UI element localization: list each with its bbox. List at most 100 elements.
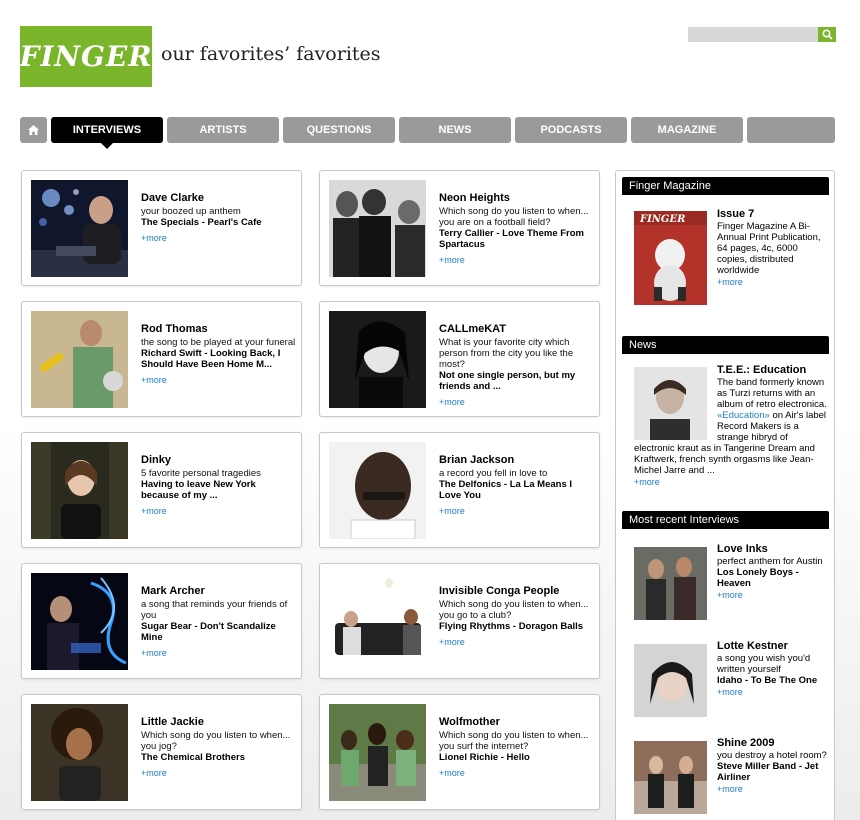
interview-card[interactable]: CALLmeKAT What is your favorite city whi… (319, 301, 600, 417)
news-heading: News (622, 336, 829, 354)
site-logo[interactable]: FINGER (19, 26, 152, 87)
interview-answer: The Delfonics - La La Means I Love You (439, 479, 573, 501)
interview-photo[interactable] (31, 704, 128, 801)
interview-name[interactable]: Dave Clarke (141, 192, 296, 205)
recent-interview-name[interactable]: Lotte Kestner (717, 640, 829, 653)
recent-interview-item: Shine 2009 you destroy a hotel room? Ste… (717, 737, 829, 795)
tab-magazine[interactable]: MAGAZINE (631, 117, 743, 143)
home-icon (28, 125, 39, 135)
recent-interview-name[interactable]: Shine 2009 (717, 737, 829, 750)
search-input[interactable] (688, 27, 818, 42)
interview-photo[interactable] (329, 180, 426, 277)
interview-answer: Having to leave New York because of my .… (141, 479, 256, 501)
more-link[interactable]: +more (439, 396, 465, 408)
news-photo[interactable] (634, 367, 707, 440)
interview-question: What is your favorite city which person … (439, 337, 574, 370)
magazine-description: Finger Magazine A Bi-Annual Print Public… (717, 221, 821, 276)
tab-questions[interactable]: QUESTIONS (283, 117, 395, 143)
more-link[interactable]: +more (439, 767, 465, 779)
interview-card[interactable]: Invisible Conga People Which song do you… (319, 563, 600, 679)
interview-photo[interactable] (31, 180, 128, 277)
more-link[interactable]: +more (439, 254, 465, 266)
interview-answer: The Chemical Brothers (141, 752, 245, 763)
recent-interview-photo[interactable] (634, 644, 707, 717)
interview-photo[interactable] (329, 442, 426, 539)
interview-answer: The Specials - Pearl's Cafe (141, 217, 262, 228)
recent-interview-item: Lotte Kestner a song you wish you'd writ… (717, 640, 829, 698)
magazine-cover-logo: FINGER (639, 214, 685, 225)
more-link[interactable]: +more (717, 589, 743, 601)
recent-interviews-heading: Most recent Interviews (622, 511, 829, 529)
news-inline-link[interactable]: «Education» (717, 410, 770, 421)
more-link[interactable]: +more (141, 505, 167, 517)
interview-question: 5 favorite personal tragedies (141, 468, 261, 479)
interview-name[interactable]: Invisible Conga People (439, 585, 594, 598)
interview-name[interactable]: Rod Thomas (141, 323, 296, 336)
interview-card[interactable]: Neon Heights Which song do you listen to… (319, 170, 600, 286)
recent-interview-answer: Idaho - To Be The One (717, 675, 818, 686)
interview-name[interactable]: Neon Heights (439, 192, 594, 205)
tab-artists[interactable]: ARTISTS (167, 117, 279, 143)
interview-question: the song to be played at your funeral (141, 337, 296, 348)
interview-name[interactable]: Little Jackie (141, 716, 296, 729)
recent-interview-answer: Steve Miller Band - Jet Airliner (717, 761, 819, 783)
interview-card[interactable]: Dinky 5 favorite personal tragedies Havi… (21, 432, 302, 548)
main-nav: INTERVIEWS ARTISTS QUESTIONS NEWS PODCAS… (20, 117, 836, 149)
interview-question: your boozed up anthem (141, 206, 241, 217)
interview-name[interactable]: Wolfmother (439, 716, 594, 729)
interview-answer: Sugar Bear - Don't Scandalize Mine (141, 621, 276, 643)
interview-card[interactable]: Mark Archer a song that reminds your fri… (21, 563, 302, 679)
more-link[interactable]: +more (717, 783, 743, 795)
interview-answer: Not one single person, but my friends an… (439, 370, 576, 392)
magazine-heading: Finger Magazine (622, 177, 829, 195)
interview-name[interactable]: Dinky (141, 454, 296, 467)
interview-photo[interactable] (31, 311, 128, 408)
recent-interview-name[interactable]: Love Inks (717, 543, 829, 556)
news-item: T.E.E.: Education The band formerly know… (634, 364, 829, 488)
search-button[interactable] (818, 27, 836, 42)
interview-name[interactable]: Mark Archer (141, 585, 296, 598)
recent-interview-question: a song you wish you'd written yourself (717, 653, 811, 675)
interview-photo[interactable] (31, 573, 128, 670)
interview-card[interactable]: Brian Jackson a record you fell in love … (319, 432, 600, 548)
more-link[interactable]: +more (717, 686, 743, 698)
interview-card[interactable]: Little Jackie Which song do you listen t… (21, 694, 302, 810)
tab-interviews[interactable]: INTERVIEWS (51, 117, 163, 149)
recent-interview-question: perfect anthem for Austin (717, 556, 823, 567)
interview-name[interactable]: Brian Jackson (439, 454, 594, 467)
more-link[interactable]: +more (634, 476, 660, 488)
interview-card[interactable]: Rod Thomas the song to be played at your… (21, 301, 302, 417)
interview-question: Which song do you listen to when... you … (439, 730, 589, 752)
interview-photo[interactable] (31, 442, 128, 539)
tab-news[interactable]: NEWS (399, 117, 511, 143)
interview-name[interactable]: CALLmeKAT (439, 323, 594, 336)
recent-interview-question: you destroy a hotel room? (717, 750, 827, 761)
interview-answer: Richard Swift - Looking Back, I Should H… (141, 348, 281, 370)
recent-interview-photo[interactable] (634, 741, 707, 814)
more-link[interactable]: +more (141, 374, 167, 386)
more-link[interactable]: +more (141, 767, 167, 779)
home-tab[interactable] (20, 117, 47, 143)
interview-question: Which song do you listen to when... you … (141, 730, 291, 752)
interview-answer: Lionel Richie - Hello (439, 752, 530, 763)
tab-podcasts[interactable]: PODCASTS (515, 117, 627, 143)
interview-photo[interactable] (329, 311, 426, 408)
interview-question: Which song do you listen to when... you … (439, 599, 589, 621)
more-link[interactable]: +more (439, 636, 465, 648)
interview-card[interactable]: Wolfmother Which song do you listen to w… (319, 694, 600, 810)
interview-photo[interactable] (329, 573, 426, 670)
magazine-issue-title[interactable]: Issue 7 (717, 208, 829, 221)
interview-card[interactable]: Dave Clarke your boozed up anthem The Sp… (21, 170, 302, 286)
tab-empty[interactable] (747, 117, 835, 143)
interview-photo[interactable] (329, 704, 426, 801)
search-icon (821, 29, 833, 40)
interview-answer: Flying Rhythms - Doragon Balls (439, 621, 584, 632)
more-link[interactable]: +more (141, 647, 167, 659)
more-link[interactable]: +more (439, 505, 465, 517)
more-link[interactable]: +more (141, 232, 167, 244)
recent-interview-item: Love Inks perfect anthem for Austin Los … (717, 543, 829, 601)
magazine-cover[interactable]: FINGER (634, 211, 707, 305)
recent-interview-answer: Los Lonely Boys - Heaven (717, 567, 799, 589)
more-link[interactable]: +more (717, 276, 743, 288)
recent-interview-photo[interactable] (634, 547, 707, 620)
